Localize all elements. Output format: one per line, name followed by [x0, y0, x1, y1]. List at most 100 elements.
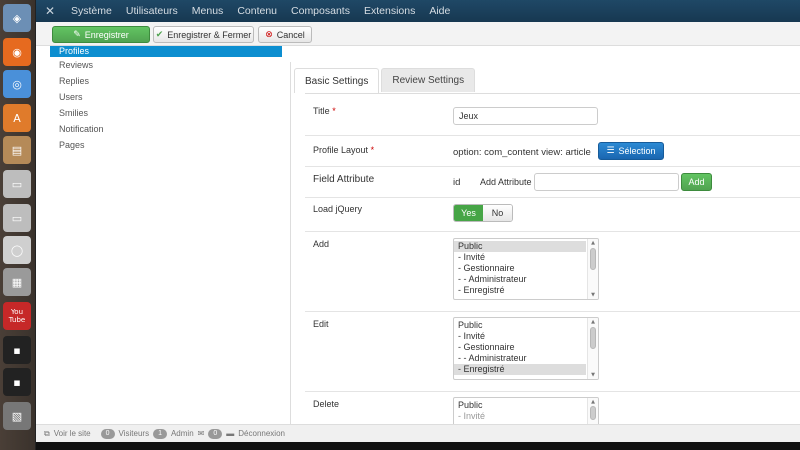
scroll-down-icon[interactable]: ▼: [588, 372, 598, 378]
mail-icon[interactable]: ✉: [198, 429, 205, 438]
sidebar-item-reviews[interactable]: Reviews: [50, 57, 282, 73]
menu-item-0[interactable]: Système: [64, 5, 119, 17]
field-attribute-row: Field Attribute id Add Attribute Add: [305, 167, 800, 198]
save-close-button[interactable]: ✔ Enregistrer & Fermer: [153, 26, 254, 43]
title-label: Title *: [313, 106, 336, 116]
menu-item-3[interactable]: Contenu: [230, 5, 284, 17]
youtube-icon[interactable]: You Tube: [3, 302, 31, 330]
status-bar: ⧉ Voir le site 0 Visiteurs 1 Admin ✉ 0 ▬…: [36, 424, 800, 442]
list-option[interactable]: - Gestionnaire: [454, 342, 586, 353]
add-attribute-button[interactable]: Add: [681, 173, 712, 191]
external-link-icon: ⧉: [44, 428, 50, 438]
tab-review-settings[interactable]: Review Settings: [381, 68, 476, 92]
firefox-icon[interactable]: ◉: [3, 38, 31, 66]
yes-option[interactable]: Yes: [454, 205, 483, 221]
add-attribute-input[interactable]: [534, 173, 679, 191]
list-option[interactable]: - - Administrateur: [454, 353, 586, 364]
sidebar-item-pages[interactable]: Pages: [50, 137, 282, 153]
trash-icon[interactable]: ▧: [3, 402, 31, 430]
list-option[interactable]: - Invité: [454, 331, 586, 342]
sidebar-item-replies[interactable]: Replies: [50, 73, 282, 89]
tab-basic-settings[interactable]: Basic Settings: [294, 68, 380, 93]
scrollbar-thumb[interactable]: [590, 248, 596, 270]
delete-permission-row: Delete Public- Invité▲▼: [305, 392, 800, 424]
workspace-switcher-icon[interactable]: ▪: [3, 336, 31, 364]
list-option[interactable]: Public: [454, 400, 586, 411]
sidebar-item-smilies[interactable]: Smilies: [50, 105, 282, 121]
menu-item-5[interactable]: Extensions: [357, 5, 422, 17]
cancel-button[interactable]: ⊗ Cancel: [258, 26, 312, 43]
scroll-up-icon[interactable]: ▲: [588, 399, 598, 405]
chromium-icon[interactable]: ◎: [3, 70, 31, 98]
scrollbar[interactable]: ▲▼: [587, 239, 598, 299]
admin-label: Admin: [170, 429, 194, 438]
edit-groups-listbox[interactable]: Public - Invité - Gestionnaire - - Administ…: [453, 317, 599, 380]
joomla-icon[interactable]: ✕: [36, 4, 64, 18]
list-option[interactable]: - - Administrateur: [454, 274, 586, 285]
sidebar-item-users[interactable]: Users: [50, 89, 282, 105]
ubuntu-dash-icon[interactable]: ◈: [3, 4, 31, 32]
menu-item-6[interactable]: Aide: [422, 5, 457, 17]
drive-2-icon[interactable]: ▭: [3, 204, 31, 232]
list-option[interactable]: - Invité: [454, 252, 586, 263]
field-attribute-id: id: [453, 177, 461, 188]
menu-item-1[interactable]: Utilisateurs: [119, 5, 185, 17]
top-navigation-bar: ✕ Système Utilisateurs Menus Contenu Composa…: [36, 0, 800, 22]
scrollbar-thumb[interactable]: [590, 406, 596, 420]
cancel-button-label: Cancel: [276, 29, 305, 40]
scrollbar[interactable]: ▲▼: [587, 398, 598, 424]
edit-icon: ✎: [73, 29, 81, 40]
calculator-icon[interactable]: ▦: [3, 268, 31, 296]
sidebar-item-profiles[interactable]: Profiles: [50, 46, 282, 57]
list-option[interactable]: - Invité: [454, 411, 586, 422]
scrollbar-thumb[interactable]: [590, 327, 596, 349]
menu-item-2[interactable]: Menus: [185, 5, 231, 17]
disc-icon[interactable]: ◯: [3, 236, 31, 264]
minus-icon: ▬: [226, 429, 235, 438]
logout-link[interactable]: Déconnexion: [238, 429, 285, 438]
scrollbar[interactable]: ▲▼: [587, 318, 598, 379]
ubuntu-launcher: ◈ ◉ ◎ A ▤ ▭ ▭ ◯ ▦ You Tube ▪ ▪ ▧: [0, 0, 36, 450]
load-jquery-toggle[interactable]: Yes No: [453, 204, 513, 222]
no-option[interactable]: No: [483, 205, 512, 221]
save-close-button-label: Enregistrer & Fermer: [167, 29, 252, 40]
delete-groups-listbox[interactable]: Public- Invité▲▼: [453, 397, 599, 424]
scroll-up-icon[interactable]: ▲: [588, 240, 598, 246]
list-option[interactable]: Public: [454, 320, 586, 331]
software-center-icon[interactable]: A: [3, 104, 31, 132]
profile-layout-label: Profile Layout *: [313, 145, 375, 155]
view-site-link[interactable]: Voir le site: [54, 429, 91, 438]
list-option[interactable]: - Enregistré: [454, 364, 586, 375]
list-option[interactable]: - Gestionnaire: [454, 263, 586, 274]
selection-button[interactable]: ☰ Sélection: [598, 142, 664, 160]
save-button[interactable]: ✎ Enregistrer: [52, 26, 150, 43]
profile-layout-row: Profile Layout * option: com_content vie…: [305, 136, 800, 167]
add-permission-label: Add: [313, 239, 330, 249]
visitors-label: Visiteurs: [118, 429, 150, 438]
delete-permission-label: Delete: [313, 399, 340, 409]
list-option[interactable]: - Enregistré: [454, 285, 586, 296]
add-groups-listbox[interactable]: Public - Invité - Gestionnaire - - Administ…: [453, 238, 599, 300]
title-row: Title * Jeux: [305, 94, 800, 136]
file-manager-icon[interactable]: ▤: [3, 136, 31, 164]
title-input[interactable]: Jeux: [453, 107, 598, 125]
list-option[interactable]: Public: [454, 241, 586, 252]
sidebar-item-notification[interactable]: Notification: [50, 121, 282, 137]
profile-layout-value: option: com_content view: article: [453, 147, 591, 158]
list-icon: ☰: [606, 146, 615, 156]
load-jquery-row: Load jQuery Yes No: [305, 198, 800, 232]
workspace-switcher-2-icon[interactable]: ▪: [3, 368, 31, 396]
save-button-label: Enregistrer: [84, 29, 129, 40]
close-icon: ⊗: [265, 29, 273, 40]
tab-bar: Basic Settings Review Settings: [294, 68, 477, 93]
drive-icon[interactable]: ▭: [3, 170, 31, 198]
content-pane: Basic Settings Review Settings Title * J…: [290, 62, 800, 424]
check-icon: ✔: [155, 29, 164, 40]
edit-permission-row: Edit Public - Invité - Gestionnaire - - Adm…: [305, 312, 800, 392]
admin-count-badge: 1: [153, 428, 167, 439]
sidebar: Profiles Reviews Replies Users Smilies Notifi…: [50, 46, 282, 153]
scroll-up-icon[interactable]: ▲: [588, 319, 598, 325]
scroll-down-icon[interactable]: ▼: [588, 292, 598, 298]
menu-item-4[interactable]: Composants: [284, 5, 357, 17]
bottom-panel: [36, 442, 800, 450]
